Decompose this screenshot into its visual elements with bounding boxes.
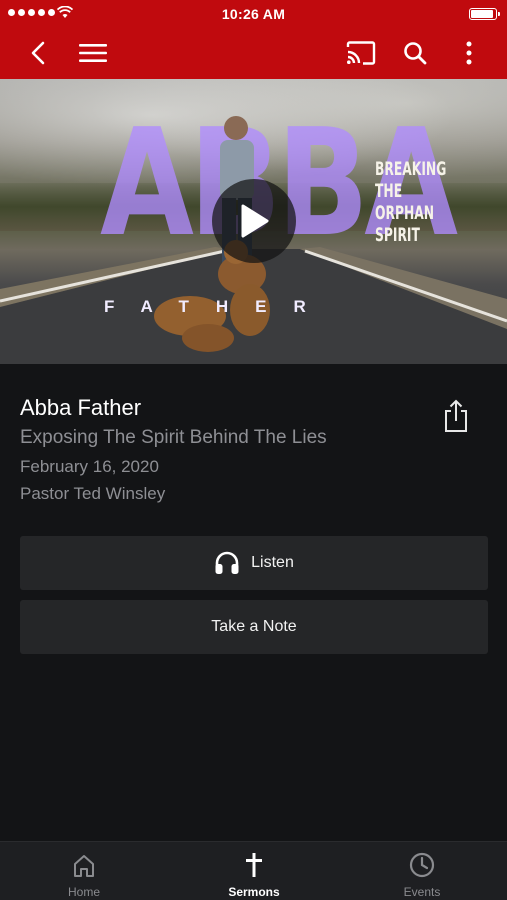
status-bar: 10:26 AM: [0, 0, 507, 28]
play-icon: [241, 204, 269, 238]
tab-events[interactable]: Events: [362, 842, 482, 900]
tagline-line: THE: [375, 180, 403, 202]
sermon-date: February 16, 2020: [20, 457, 159, 476]
artwork-subtitle: FATHER: [104, 297, 333, 316]
search-icon: [404, 42, 427, 65]
artwork-tagline: BREAKING THE ORPHAN SPIRIT: [375, 158, 446, 246]
sermon-subtitle: Exposing The Spirit Behind The Lies: [20, 427, 327, 448]
tagline-line: SPIRIT: [375, 224, 420, 246]
more-icon: [466, 41, 472, 65]
share-button[interactable]: [441, 398, 471, 434]
listen-label: Listen: [251, 554, 294, 571]
menu-button[interactable]: [73, 33, 113, 73]
cross-icon: [246, 853, 262, 877]
tab-label: Home: [67, 885, 100, 899]
sermon-title: Abba Father: [20, 395, 142, 420]
play-button[interactable]: [212, 179, 296, 263]
headphones-icon: [214, 551, 240, 575]
tab-home[interactable]: Home: [24, 842, 144, 900]
nav-bar: [0, 28, 507, 79]
tab-sermons[interactable]: Sermons: [194, 842, 314, 900]
share-icon: [445, 399, 467, 432]
tab-label: Sermons: [228, 885, 280, 899]
search-button[interactable]: [395, 33, 435, 73]
sermon-artwork[interactable]: ABBA FATHER BREAKING THE ORPHAN SPIRIT: [0, 79, 507, 364]
tab-bar: Home Sermons Events: [0, 841, 507, 900]
cast-icon: [346, 41, 376, 65]
top-bar: 10:26 AM: [0, 0, 507, 79]
tab-label: Events: [403, 885, 441, 899]
tagline-line: BREAKING: [375, 158, 447, 180]
listen-button[interactable]: Listen: [20, 536, 488, 590]
sermon-details: Abba Father Exposing The Spirit Behind T…: [20, 393, 440, 507]
home-icon: [74, 855, 94, 877]
status-time: 10:26 AM: [221, 6, 286, 22]
sermon-speaker: Pastor Ted Winsley: [20, 484, 166, 503]
clock-icon: [409, 852, 435, 878]
battery-icon: [469, 8, 500, 20]
take-note-button[interactable]: Take a Note: [20, 600, 488, 654]
back-icon: [31, 41, 45, 65]
menu-icon: [79, 44, 107, 62]
take-note-label: Take a Note: [211, 618, 297, 635]
tagline-line: ORPHAN: [375, 202, 435, 224]
back-button[interactable]: [18, 33, 58, 73]
more-button[interactable]: [449, 33, 489, 73]
cast-button[interactable]: [341, 33, 381, 73]
